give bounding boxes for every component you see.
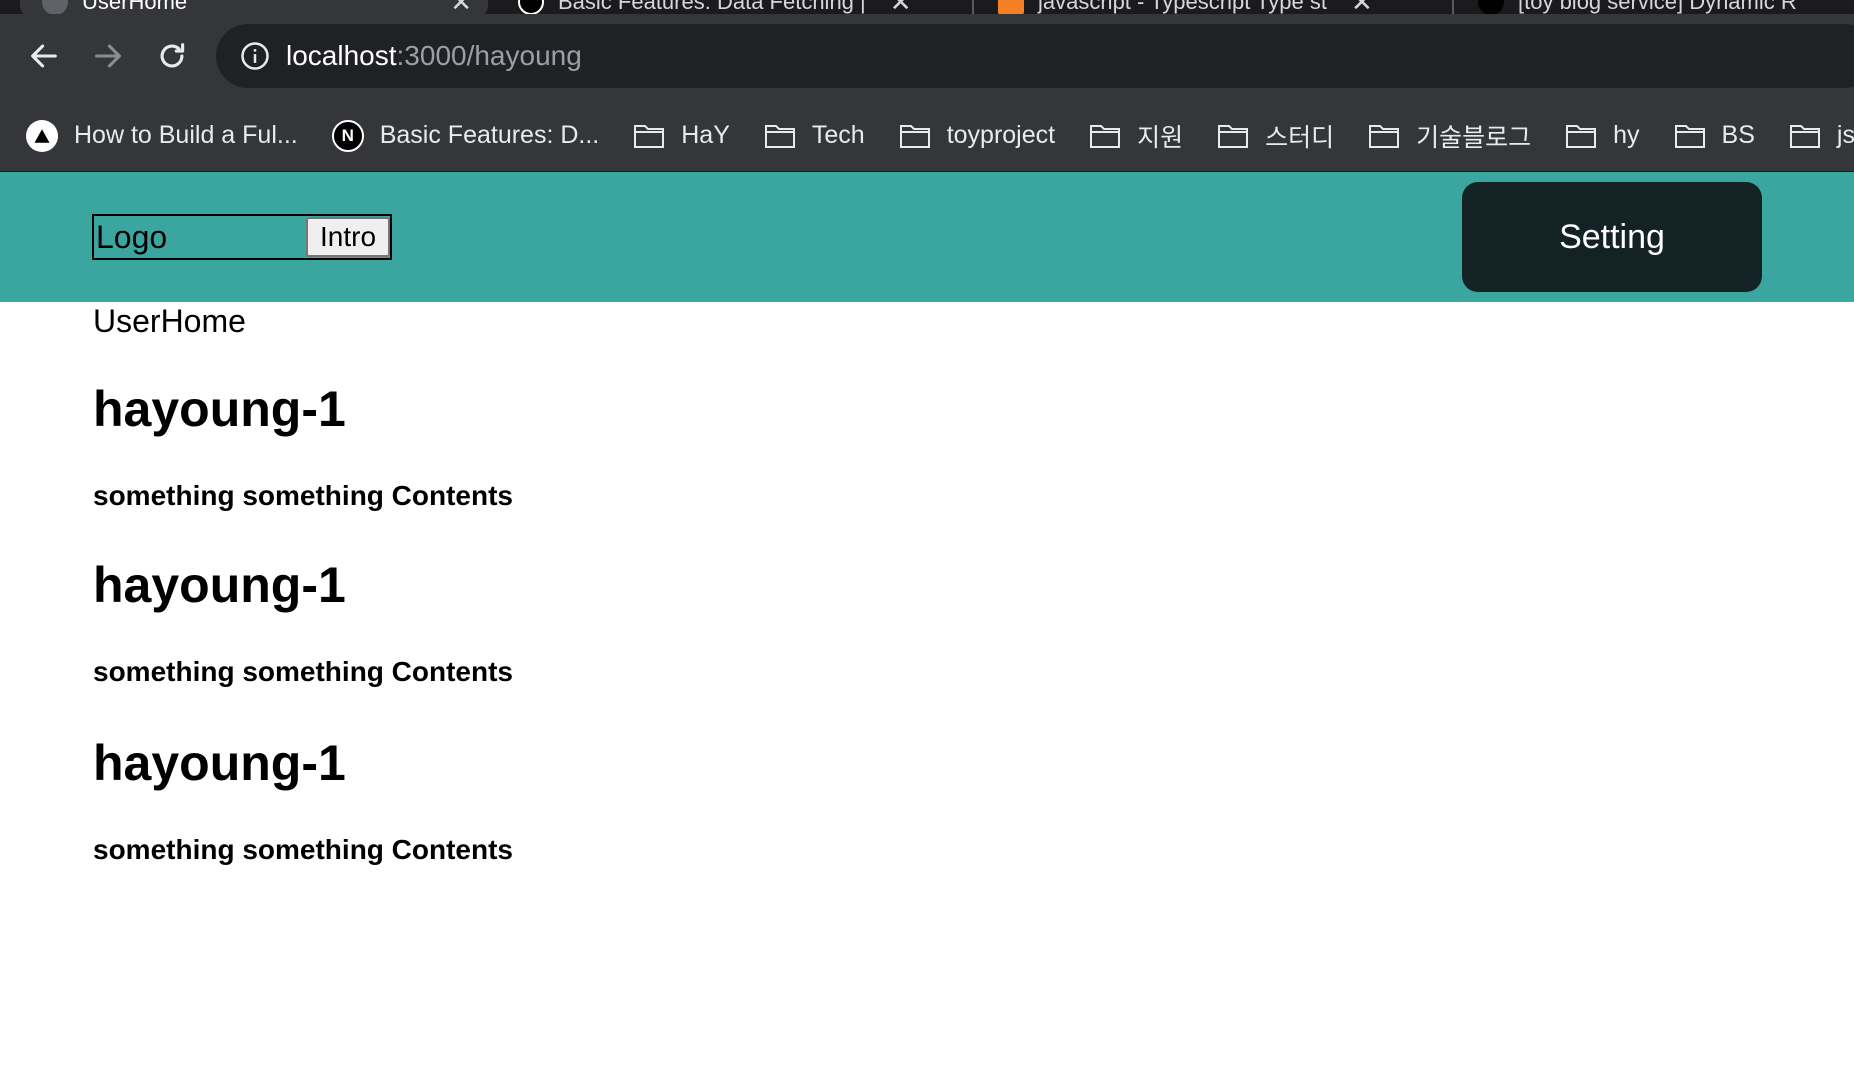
bookmark-label: 지원 <box>1137 123 1184 152</box>
close-icon[interactable]: ✕ <box>890 0 912 14</box>
bookmark-folder-hay[interactable]: HaY <box>633 121 730 150</box>
bookmark-folder-jiwon[interactable]: 지원 <box>1089 118 1183 154</box>
page-icon <box>1478 0 1504 14</box>
folder-icon <box>1565 123 1597 149</box>
post-body: something something Contents <box>93 656 513 687</box>
address-bar[interactable]: localhost:3000/hayoung <box>216 24 1854 88</box>
folder-icon <box>633 123 665 149</box>
folder-icon <box>1089 123 1121 149</box>
bookmark-label: toyproject <box>946 121 1056 149</box>
tab-title: [toy blog service] Dynamic R <box>1518 0 1797 14</box>
tab-separator <box>972 0 974 14</box>
url-host: localhost <box>286 40 397 71</box>
logo-container: Logo Intro <box>92 214 392 260</box>
tab-toy-blog[interactable]: [toy blog service] Dynamic R <box>1478 0 1854 14</box>
site-info-icon[interactable] <box>238 39 272 73</box>
bookmark-label: 스터디 <box>1265 123 1335 152</box>
nextjs-logo-icon: N <box>331 119 364 152</box>
folder-icon <box>1674 123 1706 149</box>
tab-title: UserHome <box>82 0 188 14</box>
bookmark-label: HaY <box>681 121 730 149</box>
tab-title: Basic Features: Data Fetching | <box>558 0 866 14</box>
close-icon[interactable]: ✕ <box>450 0 472 14</box>
bookmark-folder-hy[interactable]: hy <box>1565 121 1640 150</box>
page-title: UserHome <box>93 303 246 339</box>
stackoverflow-icon <box>998 0 1024 14</box>
bookmark-label: Tech <box>811 121 865 149</box>
url-path: :3000/hayoung <box>396 40 582 71</box>
bookmark-folder-tech-blog[interactable]: 기술블로그 <box>1368 118 1531 154</box>
close-icon[interactable]: ✕ <box>1351 0 1373 14</box>
post-body: something something Contents <box>93 834 513 865</box>
triangle-logo-icon <box>26 119 58 152</box>
bookmark-folder-tech[interactable]: Tech <box>764 121 865 150</box>
tab-separator <box>1452 0 1454 14</box>
folder-icon <box>899 123 931 149</box>
tab-typescript[interactable]: javascript - Typescript Type st ✕ <box>998 0 1454 14</box>
post-item: hayoung-1 something something Contents <box>93 556 513 687</box>
post-item: hayoung-1 something something Contents <box>93 734 513 865</box>
forward-arrow-icon <box>95 44 121 68</box>
site-header: Logo Intro Setting <box>0 172 1854 302</box>
nextjs-logo-icon <box>518 0 544 14</box>
bookmark-folder-study[interactable]: 스터디 <box>1217 118 1334 154</box>
folder-icon <box>1368 123 1400 149</box>
browser-toolbar: localhost:3000/hayoung <box>0 14 1854 100</box>
forward-button[interactable] <box>82 30 134 82</box>
post-title: hayoung-1 <box>93 381 346 437</box>
folder-icon <box>1789 123 1821 149</box>
bookmark-folder-bs[interactable]: BS <box>1674 121 1755 150</box>
folder-icon <box>764 123 796 149</box>
post-body: something something Contents <box>93 480 513 511</box>
bookmark-how-to-build[interactable]: How to Build a Ful... <box>26 119 298 152</box>
setting-button[interactable]: Setting <box>1462 182 1762 292</box>
post-item: hayoung-1 something something Contents <box>93 380 513 511</box>
post-title: hayoung-1 <box>93 735 346 791</box>
post-title: hayoung-1 <box>93 557 346 613</box>
bookmarks-bar: How to Build a Ful... N Basic Features: … <box>0 100 1854 172</box>
browser-tab-strip: UserHome ✕ Basic Features: Data Fetching… <box>0 0 1854 14</box>
bookmark-basic-features[interactable]: N Basic Features: D... <box>331 119 600 152</box>
globe-icon <box>42 0 68 14</box>
reload-icon <box>160 43 185 68</box>
back-arrow-icon <box>31 44 57 68</box>
back-button[interactable] <box>18 30 70 82</box>
reload-button[interactable] <box>146 30 198 82</box>
bookmark-label: 기술블로그 <box>1416 123 1532 152</box>
bookmark-label: hy <box>1613 121 1640 149</box>
tab-basic-features[interactable]: Basic Features: Data Fetching | ✕ <box>518 0 974 14</box>
tab-userhome[interactable]: UserHome ✕ <box>20 0 488 14</box>
bookmark-label: BS <box>1721 121 1755 149</box>
bookmark-label: js-c <box>1836 121 1854 149</box>
bookmark-folder-toyproject[interactable]: toyproject <box>899 121 1055 150</box>
bookmark-label: Basic Features: D... <box>379 121 600 149</box>
bookmark-folder-js[interactable]: js-c <box>1789 121 1854 150</box>
folder-icon <box>1217 123 1249 149</box>
tab-title: javascript - Typescript Type st <box>1038 0 1327 14</box>
logo-text[interactable]: Logo <box>94 219 306 256</box>
intro-button[interactable]: Intro <box>306 217 390 257</box>
bookmark-label: How to Build a Ful... <box>74 121 298 149</box>
url-text: localhost:3000/hayoung <box>286 40 582 72</box>
